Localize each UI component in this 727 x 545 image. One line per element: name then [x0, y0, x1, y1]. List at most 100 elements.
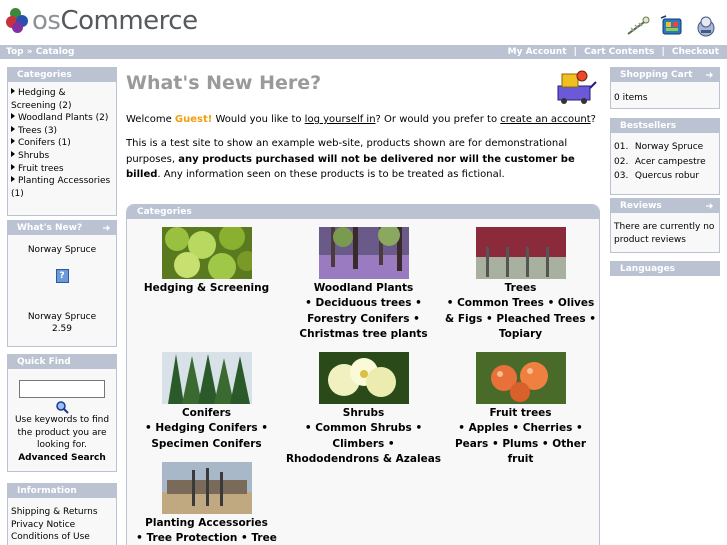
nav-divider: |: [573, 47, 577, 57]
category-fruit-trees[interactable]: Fruit trees • Apples • Cherries • Pears …: [442, 352, 599, 468]
breadcrumb-top-link[interactable]: Top: [6, 47, 24, 57]
whats-new-box-header[interactable]: What's New?: [8, 221, 116, 235]
breadcrumb-separator: »: [26, 47, 33, 57]
category-subs: • Deciduous trees • Forestry Conifers • …: [299, 297, 428, 340]
categories-panel: Categories Hedging & Screening Woodland …: [126, 204, 600, 545]
category-name: Shrubs: [342, 407, 385, 419]
whats-new-box: What's New? Norway Spruce ? Norway Spruc…: [7, 220, 117, 347]
nav-divider: |: [661, 47, 665, 57]
sidebar-category-planting-accessories[interactable]: Planting Accessories (1): [11, 175, 113, 200]
intro-text: This is a test site to show an example w…: [126, 138, 575, 180]
advanced-search-link[interactable]: Advanced Search: [11, 452, 113, 465]
missing-image-icon[interactable]: ?: [55, 268, 69, 283]
bestseller-item[interactable]: 03. Quercus robur: [614, 170, 716, 183]
hedging-image: [161, 227, 252, 279]
bestseller-item[interactable]: 01. Norway Spruce: [614, 141, 716, 154]
shopping-cart-box: Shopping Cart 0 items: [610, 67, 720, 109]
categories-box-title: Categories: [8, 68, 116, 82]
quick-find-input[interactable]: [19, 380, 105, 398]
languages-box: Languages: [610, 261, 720, 276]
arrow-right-icon: [706, 203, 713, 209]
cart-contents-link[interactable]: Cart Contents: [584, 47, 654, 57]
cart-count: 0 items: [614, 93, 648, 103]
welcome-message: Welcome Guest! Would you like to log you…: [126, 114, 596, 125]
page-title: What's New Here?: [126, 72, 322, 94]
category-subs: • Hedging Conifers • Specimen Conifers: [144, 422, 269, 450]
logo-main: Commerce: [60, 6, 198, 36]
logo-balls-icon: [6, 8, 30, 34]
sidebar-category-shrubs[interactable]: Shrubs: [11, 150, 113, 163]
sidebar-category-hedging[interactable]: Hedging & Screening (2): [11, 87, 113, 112]
category-name: Fruit trees: [489, 407, 552, 419]
login-link[interactable]: log yourself in: [305, 114, 376, 125]
category-subs: • Common Trees • Olives & Figs • Pleache…: [445, 297, 596, 340]
arrow-right-icon: [11, 125, 15, 132]
languages-title: Languages: [611, 262, 719, 276]
shipping-returns-link[interactable]: Shipping & Returns: [11, 506, 113, 519]
header-icons: [625, 14, 719, 38]
whats-new-product-name[interactable]: Norway Spruce: [11, 244, 113, 257]
category-name: Conifers: [181, 407, 232, 419]
category-planting-accessories[interactable]: Planting Accessories • Tree Protection •…: [128, 462, 285, 545]
conifers-image: [161, 352, 252, 404]
conditions-of-use-link[interactable]: Conditions of Use: [11, 531, 113, 544]
arrow-right-icon: [11, 138, 15, 145]
category-subs: • Apples • Cherries • Pears • Plums • Ot…: [454, 422, 587, 465]
sidebar-category-conifers[interactable]: Conifers (1): [11, 137, 113, 150]
quick-find-title: Quick Find: [8, 355, 116, 369]
logo-prefix: os: [32, 6, 61, 36]
shrubs-image: [318, 352, 409, 404]
reviews-title: Reviews: [620, 201, 662, 211]
categories-panel-title: Categories: [127, 205, 599, 219]
checkout-link[interactable]: Checkout: [672, 47, 719, 57]
reviews-box: Reviews There are currently no product r…: [610, 198, 720, 253]
category-woodland-plants[interactable]: Woodland Plants • Deciduous trees • Fore…: [285, 227, 442, 343]
whats-new-product-link[interactable]: Norway Spruce: [11, 311, 113, 324]
category-shrubs[interactable]: Shrubs • Common Shrubs • Climbers • Rhod…: [285, 352, 442, 468]
header: osCommerce: [0, 0, 727, 44]
sidebar-category-woodland[interactable]: Woodland Plants (2): [11, 112, 113, 125]
categories-box: Categories Hedging & Screening (2) Woodl…: [7, 67, 117, 216]
shopping-cart-icon[interactable]: [659, 14, 685, 38]
breadcrumb: Top » Catalog: [6, 45, 74, 59]
trees-image: [475, 227, 566, 279]
breadcrumb-catalog-link[interactable]: Catalog: [36, 47, 75, 57]
category-trees[interactable]: Trees • Common Trees • Olives & Figs • P…: [442, 227, 599, 343]
reviews-header[interactable]: Reviews: [611, 199, 719, 213]
category-hedging-screening[interactable]: Hedging & Screening: [128, 227, 285, 296]
account-icon[interactable]: [693, 14, 719, 38]
fruit-trees-image: [475, 352, 566, 404]
arrow-right-icon: [103, 225, 110, 231]
arrow-right-icon: [11, 88, 15, 94]
privacy-notice-link[interactable]: Privacy Notice: [11, 519, 113, 532]
arrow-right-icon: [11, 176, 15, 183]
bestseller-item[interactable]: 02. Acer campestre: [614, 156, 716, 169]
sidebar-category-trees[interactable]: Trees (3): [11, 125, 113, 138]
account-links: My Account | Cart Contents | Checkout: [508, 45, 719, 59]
oscommerce-logo[interactable]: osCommerce: [6, 8, 198, 34]
reviews-content: There are currently no product reviews: [614, 222, 715, 245]
my-account-link[interactable]: My Account: [508, 47, 567, 57]
category-subs: • Tree Protection • Tree: [136, 532, 277, 544]
guest-label: Guest!: [174, 114, 213, 125]
information-title: Information: [8, 484, 116, 498]
shopping-cart-header[interactable]: Shopping Cart: [611, 68, 719, 82]
arrow-right-icon: [11, 113, 15, 120]
bestsellers-title: Bestsellers: [611, 119, 719, 133]
checkout-wand-icon[interactable]: [625, 14, 651, 38]
sidebar-category-fruit-trees[interactable]: Fruit trees: [11, 163, 113, 176]
category-name: Planting Accessories: [145, 517, 268, 529]
shopping-cart-title: Shopping Cart: [620, 70, 693, 80]
search-icon[interactable]: [55, 401, 69, 414]
whats-new-box-title: What's New?: [17, 223, 83, 233]
navigation-bar: Top » Catalog My Account | Cart Contents…: [0, 45, 727, 59]
quick-find-help: Use keywords to find the product you are…: [14, 415, 110, 451]
category-subs: • Common Shrubs • Climbers • Rhododendro…: [285, 422, 442, 465]
create-account-link[interactable]: create an account: [500, 114, 590, 125]
category-name: Trees: [504, 282, 537, 294]
category-conifers[interactable]: Conifers • Hedging Conifers • Specimen C…: [128, 352, 285, 452]
whats-new-price: 2.59: [51, 324, 73, 335]
arrow-right-icon: [11, 150, 15, 157]
information-box: Information Shipping & Returns Privacy N…: [7, 483, 117, 545]
woodland-image: [318, 227, 409, 279]
